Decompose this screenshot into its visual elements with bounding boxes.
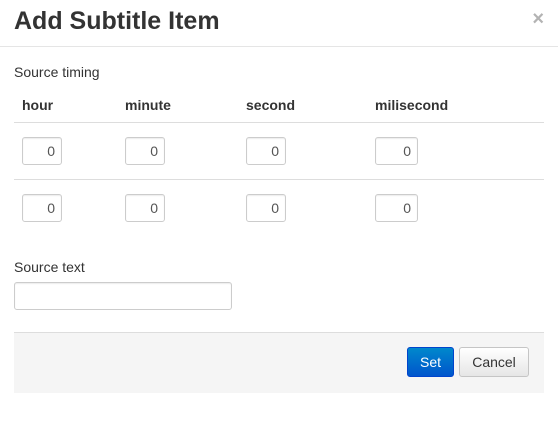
- cell-second: [238, 122, 367, 180]
- start-second-input[interactable]: [246, 137, 286, 165]
- column-header-second: second: [238, 88, 367, 123]
- end-hour-input[interactable]: [22, 194, 62, 222]
- start-hour-input[interactable]: [22, 137, 62, 165]
- column-header-hour: hour: [14, 88, 117, 123]
- cell-minute: [117, 122, 238, 180]
- cell-milisecond: [367, 180, 544, 237]
- end-second-input[interactable]: [246, 194, 286, 222]
- end-milisecond-input[interactable]: [375, 194, 418, 222]
- timing-row-start: [14, 122, 544, 180]
- column-header-milisecond: milisecond: [367, 88, 544, 123]
- dialog-header: Add Subtitle Item ×: [0, 0, 558, 47]
- cell-hour: [14, 122, 117, 180]
- cell-minute: [117, 180, 238, 237]
- close-icon[interactable]: ×: [532, 9, 544, 29]
- source-text-input[interactable]: [14, 282, 232, 310]
- add-subtitle-dialog: Add Subtitle Item × Source timing hour m…: [0, 0, 558, 426]
- start-milisecond-input[interactable]: [375, 137, 418, 165]
- timing-header-row: hour minute second milisecond: [14, 88, 544, 123]
- dialog-footer: Set Cancel: [14, 332, 544, 393]
- timing-row-end: [14, 180, 544, 237]
- dialog-title: Add Subtitle Item: [14, 7, 220, 35]
- column-header-minute: minute: [117, 88, 238, 123]
- source-text-label: Source text: [14, 259, 85, 275]
- start-minute-input[interactable]: [125, 137, 165, 165]
- source-timing-label: Source timing: [14, 64, 100, 80]
- set-button[interactable]: Set: [407, 347, 454, 377]
- cancel-button[interactable]: Cancel: [459, 347, 529, 377]
- cell-second: [238, 180, 367, 237]
- cell-milisecond: [367, 122, 544, 180]
- source-timing-table: hour minute second milisecond: [14, 88, 544, 236]
- end-minute-input[interactable]: [125, 194, 165, 222]
- cell-hour: [14, 180, 117, 237]
